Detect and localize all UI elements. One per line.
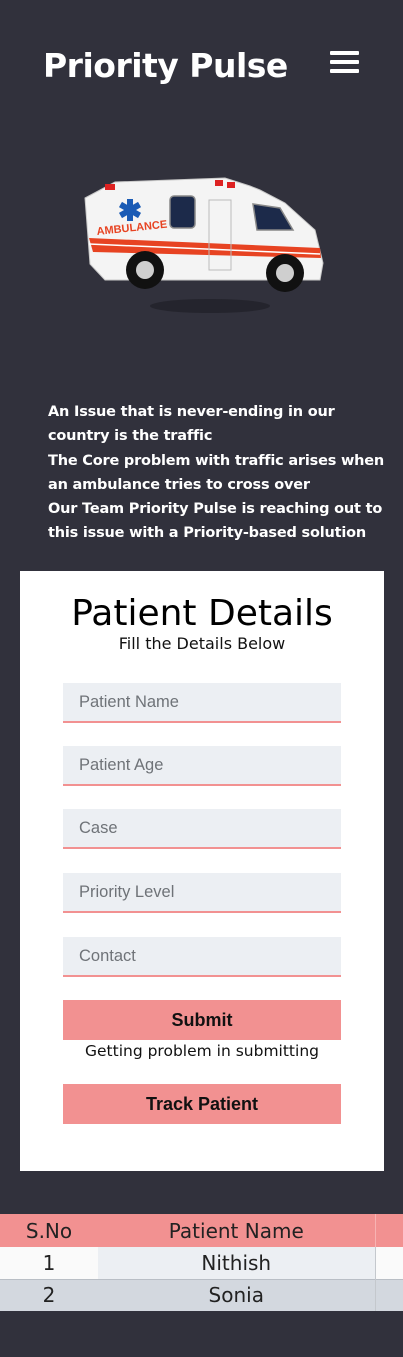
- patient-table: S.No Patient Name 1 Nithish 2 Sonia: [0, 1214, 403, 1311]
- track-patient-button[interactable]: Track Patient: [63, 1084, 341, 1124]
- submit-help-text: Getting problem in submitting: [85, 1042, 319, 1060]
- column-header-sno: S.No: [0, 1214, 98, 1247]
- patient-name-input[interactable]: [63, 683, 341, 723]
- form-title: Patient Details: [71, 593, 333, 634]
- patient-details-form: Patient Details Fill the Details Below S…: [20, 571, 384, 1171]
- cell-extra: [374, 1247, 403, 1279]
- table-row: 2 Sonia: [0, 1278, 403, 1311]
- cell-patient-name: Sonia: [98, 1278, 375, 1311]
- column-header-patient-name: Patient Name: [98, 1214, 375, 1247]
- cell-sno: 1: [0, 1247, 98, 1279]
- cell-patient-name: Nithish: [98, 1247, 375, 1279]
- form-subtitle: Fill the Details Below: [118, 634, 286, 653]
- cell-sno: 2: [0, 1278, 98, 1311]
- submit-button[interactable]: Submit: [63, 1000, 341, 1040]
- column-header-extra: [374, 1214, 403, 1247]
- intro-line-2: The Core problem with traffic arises whe…: [48, 452, 385, 493]
- ambulance-illustration: AMBULANCE: [84, 177, 324, 313]
- patient-age-input[interactable]: [63, 746, 341, 786]
- table-row: 1 Nithish: [0, 1247, 403, 1279]
- app-title: Priority Pulse: [43, 46, 288, 85]
- contact-input[interactable]: [63, 937, 341, 977]
- case-input[interactable]: [63, 809, 341, 849]
- table-header-row: S.No Patient Name: [0, 1214, 403, 1247]
- intro-line-1: An Issue that is never-ending in our cou…: [48, 404, 335, 445]
- intro-line-3: Our Team Priority Pulse is reaching out …: [48, 501, 383, 542]
- intro-text: An Issue that is never-ending in our cou…: [48, 400, 398, 546]
- hamburger-menu-icon[interactable]: [330, 51, 359, 73]
- cell-extra: [374, 1278, 403, 1311]
- priority-level-input[interactable]: [63, 873, 341, 913]
